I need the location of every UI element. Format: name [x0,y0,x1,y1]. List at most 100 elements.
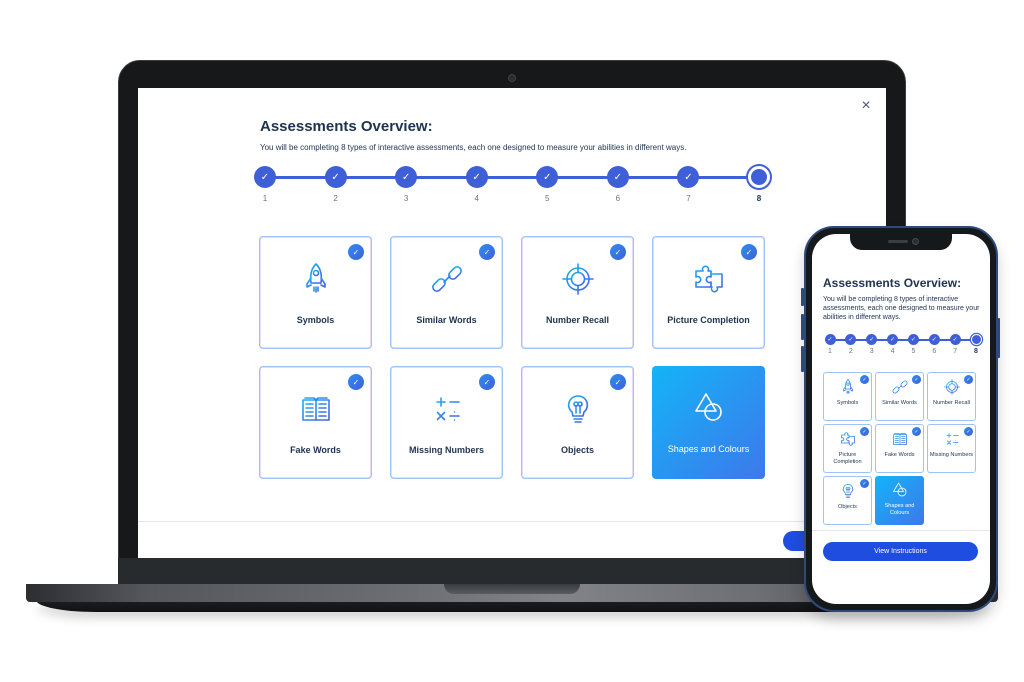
mobile-assessment-card[interactable]: Number Recall ✓ [927,372,976,421]
step-complete-check-icon: ✓ [928,334,940,345]
mobile-assessment-card-label: Objects [838,504,857,510]
completed-check-icon: ✓ [860,479,869,488]
mobile-assessment-card-label: Fake Words [884,452,915,458]
completed-check-icon: ✓ [860,375,869,384]
phone-volume-up-button [801,314,804,340]
lightbulb-icon [839,482,857,500]
laptop-camera [508,74,516,82]
step-label: 2 [333,194,338,203]
completed-check-icon: ✓ [964,427,973,436]
mobile-footer-divider [812,530,990,531]
phone-notch [850,234,952,250]
math-operators-icon [943,430,961,448]
assessment-card-label: Symbols [296,315,335,325]
mobile-progress-stepper: ✓ 1 ✓ 2 ✓ 3 ✓ 4 ✓ 5 ✓ 6 ✓ 7 8 [824,334,982,364]
page-subtitle: You will be completing 8 types of intera… [260,143,687,152]
phone-side-button [801,288,804,306]
mobile-assessment-card[interactable]: Missing Numbers ✓ [927,424,976,473]
assessment-card-grid: Symbols ✓ Similar Words ✓ Number Recall ✓ Pict… [259,236,765,479]
mobile-view-instructions-button[interactable]: View Instructions [823,542,978,561]
step-label: 8 [756,194,762,203]
laptop-chin [118,558,906,584]
step-complete-check-icon: ✓ [677,166,700,188]
step-label: 4 [890,348,895,355]
mobile-assessment-card[interactable]: Fake Words ✓ [875,424,924,473]
assessment-card[interactable]: Objects ✓ [521,366,634,479]
assessment-card[interactable]: Shapes and Colours [652,366,765,479]
step-label: 6 [615,194,621,203]
shapes-icon [891,481,909,499]
puzzle-icon [839,430,857,448]
mobile-assessment-card-label: Shapes and Colours [884,503,915,516]
assessment-card-label: Shapes and Colours [667,444,750,454]
assessment-card-label: Similar Words [416,315,477,325]
step-complete-check-icon: ✓ [907,334,919,345]
completed-check-icon: ✓ [348,374,364,390]
completed-check-icon: ✓ [964,375,973,384]
step-label: 8 [974,348,978,355]
target-icon [560,261,596,297]
step-complete-check-icon: ✓ [395,166,418,188]
lightbulb-icon [560,391,596,427]
assessment-card-label: Missing Numbers [408,445,484,455]
step-label: 3 [869,348,874,355]
mobile-assessment-card[interactable]: Shapes and Colours [875,476,924,525]
completed-check-icon: ✓ [610,244,626,260]
close-icon[interactable]: × [858,98,874,114]
completed-check-icon: ✓ [610,374,626,390]
step-current [748,166,770,188]
book-icon [298,391,334,427]
step-label: 5 [545,194,550,203]
assessment-card[interactable]: Fake Words ✓ [259,366,372,479]
assessment-card-label: Picture Completion [667,315,750,325]
step-label: 6 [932,348,937,355]
mobile-assessment-card[interactable]: Similar Words ✓ [875,372,924,421]
mobile-assessment-card[interactable]: Picture Completion ✓ [823,424,872,473]
completed-check-icon: ✓ [479,374,495,390]
assessment-card[interactable]: Symbols ✓ [259,236,372,349]
mobile-assessment-card-label: Missing Numbers [929,452,974,458]
assessment-card-label: Objects [560,445,594,455]
step-complete-check-icon: ✓ [254,166,276,188]
step-complete-check-icon: ✓ [845,334,857,345]
mobile-page-subtitle: You will be completing 8 types of intera… [823,296,980,321]
completed-check-icon: ✓ [912,427,921,436]
rocket-icon [298,261,334,297]
step-complete-check-icon: ✓ [606,166,629,188]
assessment-card-label: Fake Words [290,445,341,455]
page-title: Assessments Overview: [260,118,433,135]
step-complete-check-icon: ✓ [465,166,488,188]
completed-check-icon: ✓ [479,244,495,260]
mobile-assessment-card-grid: Symbols ✓ Similar Words ✓ Number Recall ✓ Pict… [823,372,976,525]
rocket-icon [839,378,857,396]
completed-check-icon: ✓ [860,427,869,436]
shapes-icon [691,390,727,426]
assessment-card[interactable]: Picture Completion ✓ [652,236,765,349]
mobile-assessment-card-label: Picture Completion [833,452,862,465]
step-label: 4 [474,194,479,203]
footer-divider [138,521,886,522]
laptop-screen: × Assessments Overview: You will be comp… [138,88,886,558]
step-complete-check-icon: ✓ [866,334,878,345]
step-current [970,334,982,345]
phone-camera [912,238,919,245]
step-label: 1 [262,194,268,203]
progress-stepper: ✓ 1 ✓ 2 ✓ 3 ✓ 4 ✓ 5 ✓ 6 ✓ 7 8 [253,166,771,206]
phone-power-button [997,318,1000,358]
step-label: 5 [911,348,916,355]
assessment-card[interactable]: Number Recall ✓ [521,236,634,349]
phone-volume-down-button [801,346,804,372]
assessment-card-label: Number Recall [545,315,610,325]
math-operators-icon [429,391,465,427]
mobile-assessment-card[interactable]: Objects ✓ [823,476,872,525]
mobile-page-title: Assessments Overview: [823,276,962,290]
assessment-card[interactable]: Missing Numbers ✓ [390,366,503,479]
mobile-assessment-card[interactable]: Symbols ✓ [823,372,872,421]
mobile-assessment-card-label: Symbols [836,400,859,406]
step-complete-check-icon: ✓ [824,334,836,345]
phone-speaker [888,240,908,243]
book-icon [891,430,909,448]
step-complete-check-icon: ✓ [324,166,347,188]
assessment-card[interactable]: Similar Words ✓ [390,236,503,349]
step-label: 7 [686,194,691,203]
